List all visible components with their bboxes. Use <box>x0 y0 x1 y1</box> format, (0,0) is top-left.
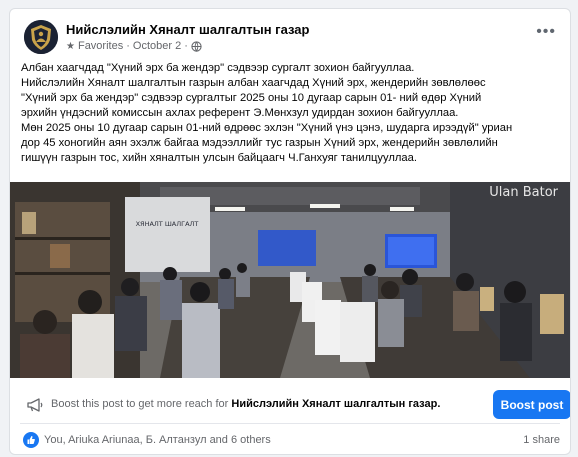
like-icon[interactable] <box>23 432 39 448</box>
audience-label[interactable]: Favorites <box>78 40 123 52</box>
post-card: Нийслэлийн Хяналт шалгалтын газар ★ Favo… <box>9 8 571 455</box>
page-avatar[interactable] <box>24 20 58 54</box>
post-text-line: Мөн 2025 оны 10 дугаар сарын 01-ний өдрө… <box>21 122 513 134</box>
post-text: Албан хаагчдад "Хүний эрх ба жендэр" сэд… <box>21 61 561 166</box>
boost-prompt: Boost this post to get more reach for Ни… <box>51 398 440 410</box>
post-text-line: дор 45 хоногийн аян эхэлж байгаа мэдээлл… <box>21 137 498 149</box>
post-text-line: гишүүн газрын тос, хийн хяналтын улсын б… <box>21 152 417 164</box>
post-text-line: "Хүний эрх ба жендэр" сэдвээр сургалтыг … <box>21 92 482 104</box>
post-text-line: эрхийн үндэсний комиссын ахлах референт … <box>21 107 459 119</box>
reactors-list[interactable]: You, Ariuka Ariunaa, Б. Алтанзул and 6 o… <box>44 434 271 446</box>
photo-watermark-text: Ulan Bator <box>489 185 558 200</box>
globe-icon <box>191 40 202 52</box>
page-name-link[interactable]: Нийслэлийн Хяналт шалгалтын газар <box>66 22 309 37</box>
page-logo-icon <box>24 20 58 54</box>
boost-post-button[interactable]: Boost post <box>493 390 570 419</box>
thumbs-up-icon <box>27 435 35 444</box>
boost-bar: Boost this post to get more reach for Ни… <box>20 387 570 424</box>
post-date[interactable]: October 2 <box>133 40 181 52</box>
engagement-bar: You, Ariuka Ariunaa, Б. Алтанзул and 6 o… <box>10 429 570 454</box>
training-room-photo: ХЯНАЛТ ШАЛГАЛТ Ulan Bator <box>10 182 570 378</box>
post-text-line: Нийслэлийн Хяналт шалгалтын газрын албан… <box>21 77 486 89</box>
boost-prompt-text: Boost this post to get more reach for <box>51 398 229 410</box>
megaphone-icon <box>27 398 43 412</box>
meta-separator-2: · <box>184 40 188 52</box>
share-count[interactable]: 1 share <box>523 434 560 446</box>
star-icon: ★ <box>66 40 75 52</box>
post-header: Нийслэлийн Хяналт шалгалтын газар ★ Favo… <box>10 9 570 61</box>
more-options-icon[interactable]: ••• <box>536 23 556 41</box>
meta-separator: · <box>126 40 130 52</box>
post-photo[interactable]: ХЯНАЛТ ШАЛГАЛТ Ulan Bator <box>10 182 570 378</box>
post-text-line: Албан хаагчдад "Хүний эрх ба жендэр" сэд… <box>21 62 415 74</box>
boost-page-name: Нийслэлийн Хяналт шалгалтын газар. <box>231 398 441 410</box>
post-meta: ★ Favorites · October 2 · <box>66 40 202 52</box>
photo-sign-text: ХЯНАЛТ ШАЛГАЛТ <box>136 220 199 228</box>
